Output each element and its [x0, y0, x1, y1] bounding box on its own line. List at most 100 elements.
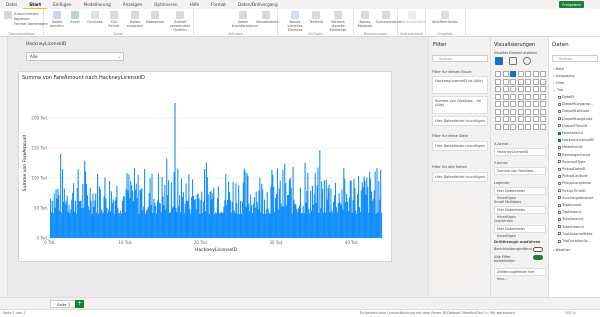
bar[interactable] — [73, 183, 75, 238]
bar[interactable] — [349, 180, 351, 238]
bar[interactable] — [233, 210, 235, 238]
bar[interactable] — [146, 209, 148, 238]
bar[interactable] — [93, 206, 95, 238]
bar[interactable] — [277, 209, 279, 238]
bar[interactable] — [140, 189, 142, 238]
bar[interactable] — [145, 210, 147, 238]
bar[interactable] — [270, 186, 272, 238]
visual-type-icon[interactable] — [532, 78, 539, 85]
visual-type-icon[interactable] — [502, 116, 509, 122]
bar[interactable] — [291, 213, 293, 238]
bar[interactable] — [121, 201, 124, 238]
visual-type-icon[interactable] — [495, 101, 501, 107]
bar[interactable] — [223, 206, 225, 238]
visual-type-icon[interactable] — [495, 108, 501, 115]
bar[interactable] — [304, 162, 306, 238]
bar[interactable] — [143, 206, 145, 238]
table-item[interactable]: › Geography — [553, 74, 575, 78]
onelake-button[interactable]: OneLake — [86, 11, 104, 24]
bar[interactable] — [115, 197, 117, 238]
bar[interactable] — [63, 188, 65, 238]
bar[interactable] — [173, 171, 175, 238]
bar[interactable] — [279, 180, 281, 238]
bar[interactable] — [273, 186, 275, 238]
bar[interactable] — [252, 203, 254, 238]
bar[interactable] — [275, 197, 277, 238]
visual-type-icon[interactable] — [510, 116, 516, 122]
bar[interactable] — [191, 196, 193, 238]
bar[interactable] — [105, 198, 107, 238]
bar[interactable] — [90, 200, 92, 238]
bar[interactable] — [321, 181, 323, 238]
visual-type-icon[interactable] — [540, 86, 546, 92]
visual-type-icon[interactable] — [532, 101, 539, 107]
bar[interactable] — [216, 198, 218, 238]
bar[interactable] — [330, 188, 332, 238]
field-item[interactable]: PickupLongitude — [558, 181, 591, 185]
bar[interactable] — [83, 208, 85, 238]
copy-button[interactable]: Kopieren — [14, 17, 30, 21]
checkbox-icon[interactable] — [558, 181, 561, 185]
visual-type-icon[interactable] — [525, 108, 531, 115]
bar[interactable] — [61, 169, 64, 238]
excel-button[interactable]: Excel — [68, 11, 82, 24]
visual-type-icon[interactable] — [495, 71, 501, 77]
bar[interactable] — [108, 209, 110, 238]
bar[interactable] — [246, 173, 248, 238]
bar[interactable] — [309, 213, 311, 238]
bar[interactable] — [222, 212, 224, 238]
ribbon-tab-1[interactable]: Start — [23, 0, 48, 9]
checkbox-icon[interactable] — [558, 95, 561, 99]
checkbox-icon[interactable] — [558, 167, 561, 171]
bar[interactable] — [109, 181, 111, 238]
bar[interactable] — [80, 200, 82, 238]
bar[interactable] — [50, 198, 52, 238]
bar[interactable] — [274, 212, 276, 238]
bar[interactable] — [92, 193, 94, 238]
bar[interactable] — [194, 199, 196, 238]
bar[interactable] — [180, 178, 183, 238]
bar[interactable] — [251, 212, 254, 238]
bar[interactable] — [236, 203, 238, 238]
add-page-button[interactable]: + — [75, 300, 84, 308]
visual-type-icon[interactable] — [532, 93, 539, 100]
bar[interactable] — [249, 211, 251, 238]
bar[interactable] — [350, 180, 352, 238]
field-item[interactable]: TipAmount — [558, 210, 581, 214]
bar[interactable] — [119, 213, 121, 238]
bar[interactable] — [318, 212, 320, 238]
field-item[interactable]: PaymentType — [558, 160, 585, 164]
bar[interactable] — [195, 209, 197, 238]
bar[interactable] — [89, 187, 91, 238]
field-item[interactable]: DropoffLongitude — [558, 117, 592, 121]
bar[interactable] — [206, 177, 208, 238]
bar[interactable] — [265, 209, 267, 238]
bar[interactable] — [134, 189, 136, 238]
keep-filters-toggle[interactable] — [533, 255, 543, 260]
bar[interactable] — [135, 183, 137, 238]
bar[interactable] — [55, 189, 57, 238]
bar[interactable] — [208, 213, 210, 238]
bar[interactable] — [342, 209, 344, 238]
bar[interactable] — [363, 176, 365, 238]
bar[interactable] — [169, 212, 171, 238]
bar[interactable] — [76, 188, 78, 238]
bar[interactable] — [112, 199, 114, 238]
ribbon-tab-2[interactable]: Einfügen — [47, 0, 77, 9]
bar[interactable] — [99, 189, 101, 238]
bar[interactable] — [87, 206, 89, 238]
bar[interactable] — [160, 212, 162, 238]
bar[interactable] — [96, 212, 98, 238]
checkbox-icon[interactable] — [558, 203, 561, 207]
bar[interactable] — [241, 201, 243, 238]
bar[interactable] — [213, 188, 215, 238]
bar[interactable] — [161, 176, 163, 238]
bar[interactable] — [261, 183, 263, 238]
slicer-dropdown[interactable]: Alle ⌄ — [26, 52, 124, 61]
y-axis-well[interactable]: Summe von FareAmo... — [494, 167, 546, 175]
bar[interactable] — [329, 212, 331, 238]
bar[interactable] — [280, 203, 282, 238]
checkbox-icon[interactable] — [558, 225, 561, 229]
bar[interactable] — [351, 212, 353, 238]
bar[interactable] — [136, 198, 138, 238]
